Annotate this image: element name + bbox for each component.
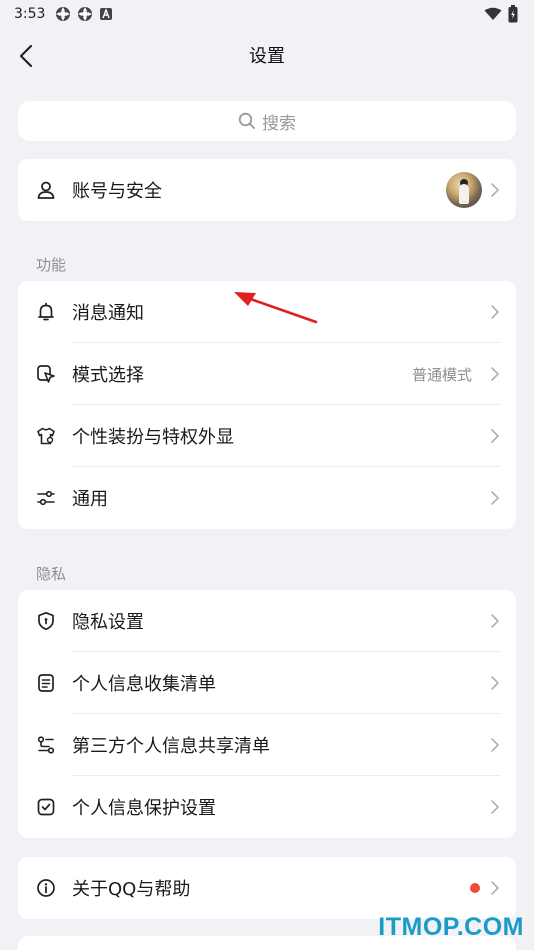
checkbox-icon [36,797,56,817]
notification-badge [470,883,480,893]
chevron-right-icon [491,614,499,628]
status-indicators [484,5,518,27]
chevron-right-icon [491,676,499,690]
page-title: 设置 [249,46,285,67]
chevron-right-icon [491,429,499,443]
chevron-right-icon [491,367,499,381]
chevron-right-icon [491,305,499,319]
section-title-privacy: 隐私 [36,565,67,583]
account-security-item[interactable]: 账号与安全 [18,159,516,221]
wifi-icon [484,7,502,25]
navigation-bar: 设置 [0,30,534,80]
settings-item-personalization[interactable]: 个性装扮与特权外显 [18,405,516,467]
mode-icon [36,364,56,384]
settings-item-label: 个人信息收集清单 [72,674,216,695]
status-time: 3:53 [14,6,46,22]
section-title-features: 功能 [36,256,67,274]
document-icon [36,673,56,693]
status-bar: 3:53 [0,0,534,28]
search-input[interactable]: 搜索 [18,101,516,141]
app-notification-icon [55,6,71,22]
search-placeholder: 搜索 [262,113,296,134]
watermark: ITMOP.COM [378,913,524,941]
settings-item-label: 个性装扮与特权外显 [72,427,234,448]
settings-item-info-protection[interactable]: 个人信息保护设置 [18,776,516,838]
settings-item-label: 个人信息保护设置 [72,798,216,819]
settings-item-label: 关于QQ与帮助 [72,879,191,900]
settings-item-privacy[interactable]: 隐私设置 [18,590,516,652]
back-button[interactable] [12,42,40,70]
chevron-right-icon [491,800,499,814]
settings-item-third-party-sharing[interactable]: 第三方个人信息共享清单 [18,714,516,776]
share-icon [36,735,56,755]
shirt-icon [36,426,56,446]
settings-item-label: 第三方个人信息共享清单 [72,736,270,757]
chevron-right-icon [491,183,499,197]
settings-item-label: 隐私设置 [72,612,144,633]
shield-icon [36,611,56,631]
keyboard-icon [99,7,113,21]
user-icon [36,180,56,200]
settings-item-general[interactable]: 通用 [18,467,516,529]
chevron-right-icon [491,491,499,505]
annotation-arrow-icon [234,292,318,324]
chevron-right-icon [491,738,499,752]
privacy-card: 隐私设置 个人信息收集清单 第三方个人信息共享清单 个人信息保护设置 [18,590,516,838]
settings-item-info-collection[interactable]: 个人信息收集清单 [18,652,516,714]
avatar [446,172,482,208]
battery-icon [508,5,518,27]
search-icon [238,112,255,129]
settings-item-mode[interactable]: 模式选择 普通模式 [18,343,516,405]
account-card: 账号与安全 [18,159,516,221]
account-security-label: 账号与安全 [72,181,162,202]
sliders-icon [36,488,56,508]
chevron-right-icon [491,881,499,895]
mode-value: 普通模式 [411,365,472,384]
settings-item-about[interactable]: 关于QQ与帮助 [18,857,516,919]
bell-icon [36,302,56,322]
settings-item-label: 模式选择 [72,365,144,386]
about-card: 关于QQ与帮助 [18,857,516,919]
app-notification-icon [77,6,93,22]
back-icon [19,44,33,68]
settings-item-label: 通用 [72,489,108,510]
info-icon [36,878,56,898]
